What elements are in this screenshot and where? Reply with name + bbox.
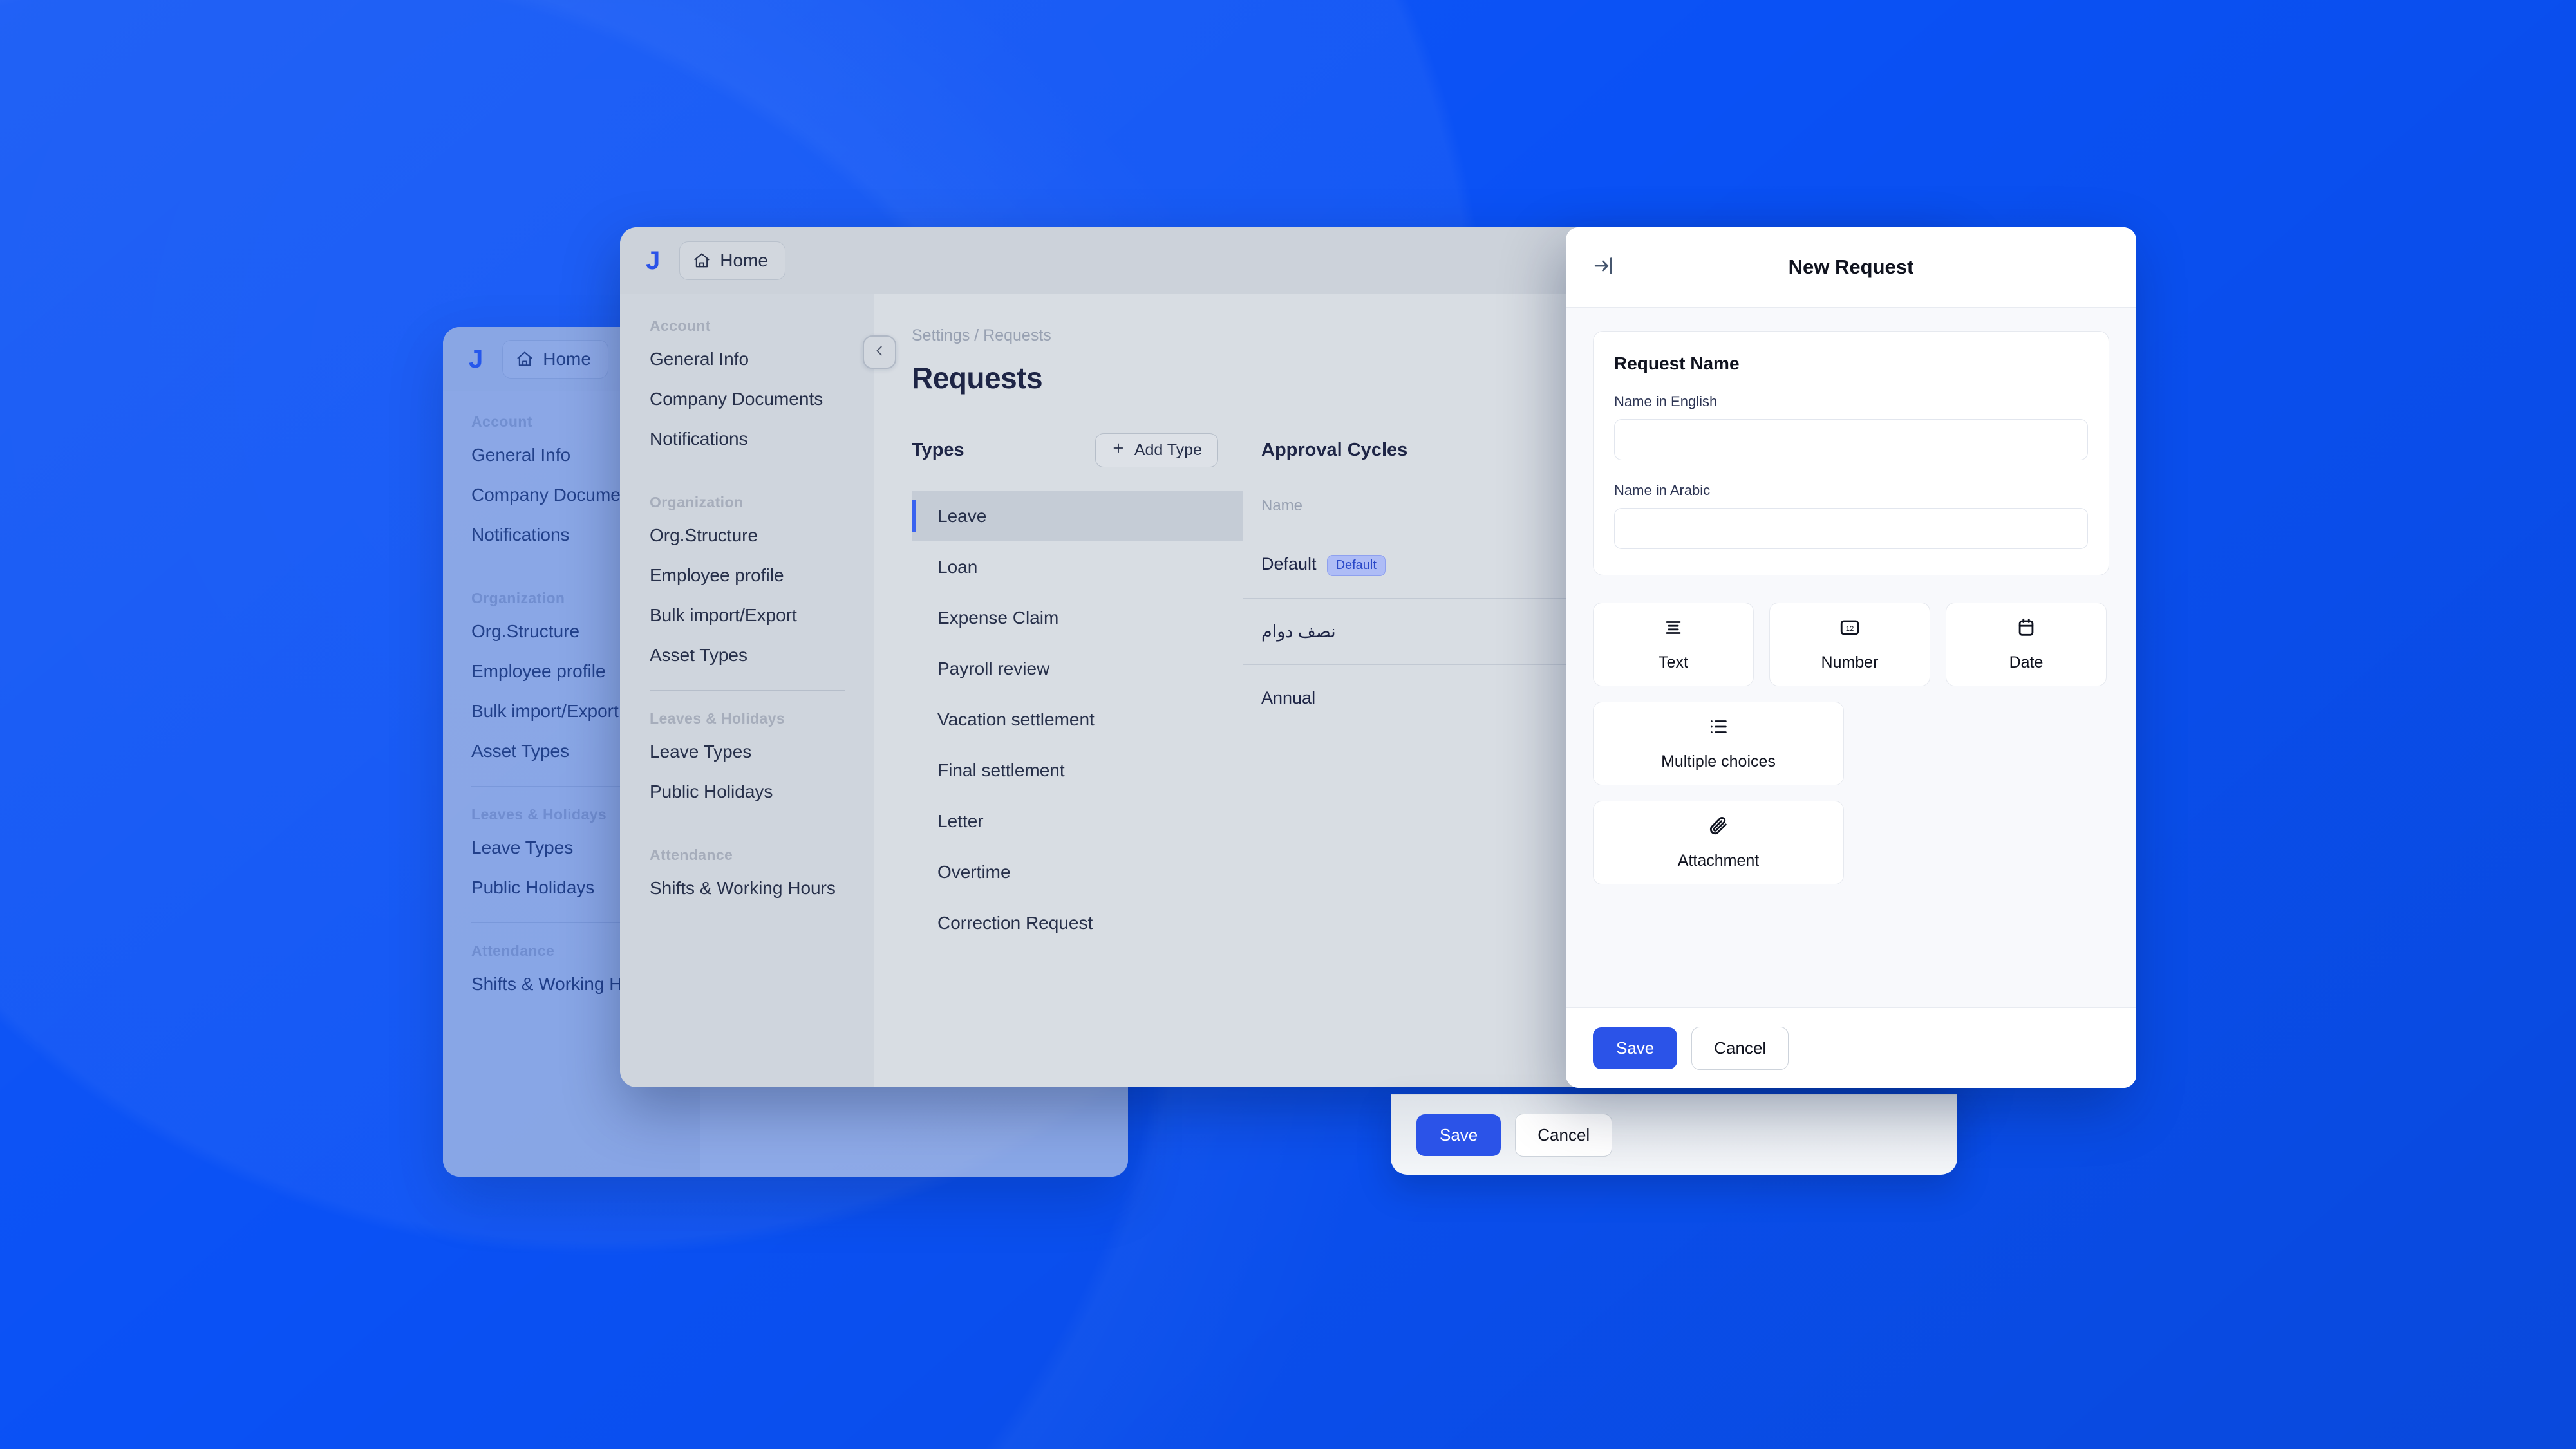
approval-cycles-title: Approval Cycles — [1261, 440, 1408, 460]
request-type-item-vacation-settlement[interactable]: Vacation settlement — [912, 694, 1243, 745]
field-type-label: Number — [1821, 653, 1879, 671]
request-name-card-title: Request Name — [1614, 353, 1740, 373]
request-name-card: Request Name Name in English Name in Ara… — [1593, 331, 2109, 575]
add-type-button[interactable]: Add Type — [1095, 433, 1218, 467]
sidebar-item-employee-profile[interactable]: Employee profile — [650, 566, 874, 606]
field-type-label: Attachment — [1677, 852, 1760, 870]
home-icon — [516, 350, 534, 368]
sidebar-group-label: Leaves & Holidays — [650, 710, 785, 727]
sidebar-group-label: Attendance — [650, 846, 733, 863]
new-request-drawer: New Request Request Name Name in English… — [1566, 227, 2136, 1088]
sidebar-divider — [650, 690, 845, 691]
paperclip-icon — [1707, 815, 1729, 841]
save-button[interactable]: Save — [1416, 1114, 1501, 1156]
request-type-item-overtime[interactable]: Overtime — [912, 846, 1243, 897]
cancel-button[interactable]: Cancel — [1515, 1113, 1613, 1157]
sidebar-item-notifications[interactable]: Notifications — [650, 430, 874, 470]
name-arabic-label: Name in Arabic — [1614, 482, 1711, 498]
home-label: Home — [543, 349, 591, 369]
app-logo: J — [646, 246, 661, 275]
sidebar-item-bulk-import-export[interactable]: Bulk import/Export — [650, 606, 874, 646]
field-type-label: Date — [2009, 653, 2044, 671]
request-type-item-expense-claim[interactable]: Expense Claim — [912, 592, 1243, 643]
drawer-save-button[interactable]: Save — [1593, 1027, 1678, 1069]
drawer-title: New Request — [1788, 256, 1914, 278]
name-english-input[interactable] — [1614, 419, 2088, 460]
name-english-label: Name in English — [1614, 393, 1718, 409]
types-pane-title: Types — [912, 440, 964, 460]
request-type-item-loan[interactable]: Loan — [912, 541, 1243, 592]
sidebar-item-asset-types[interactable]: Asset Types — [650, 646, 874, 686]
field-type-card-attachment[interactable]: Attachment — [1593, 801, 1844, 884]
request-type-item-correction-request[interactable]: Correction Request — [912, 897, 1243, 948]
drawer-body: Request Name Name in English Name in Ara… — [1566, 308, 2136, 1007]
request-types-list: Leave Loan Expense Claim Payroll review Vaca… — [912, 480, 1243, 948]
field-spacer — [1614, 460, 2088, 482]
default-badge: Default — [1326, 554, 1386, 576]
field-type-card-multiple-choices[interactable]: Multiple choices — [1593, 702, 1844, 785]
home-breadcrumb-chip[interactable]: Home — [679, 241, 785, 280]
field-type-card-text[interactable]: Text — [1593, 603, 1754, 686]
sidebar-group-label: Account — [650, 317, 711, 334]
calendar-icon — [2015, 617, 2037, 643]
desktop-background: J Home Account General Info Company Docume… — [0, 0, 2576, 1449]
svg-text:12: 12 — [1846, 625, 1854, 633]
sidebar-item-shifts-working-hours[interactable]: Shifts & Working Hours — [650, 879, 874, 919]
drawer-footer: Save Cancel — [1566, 1007, 2136, 1088]
cycle-name-cell: Annual — [1243, 664, 1621, 731]
field-type-label: Multiple choices — [1661, 753, 1776, 771]
sidebar-item-org-structure[interactable]: Org.Structure — [650, 527, 874, 566]
column-header: Name — [1243, 480, 1621, 532]
chevron-left-icon — [872, 344, 887, 361]
cycle-name-cell: Default Default — [1243, 532, 1621, 599]
field-type-card-date[interactable]: Date — [1946, 603, 2107, 686]
field-type-label: Text — [1659, 653, 1688, 671]
request-type-item-payroll-review[interactable]: Payroll review — [912, 643, 1243, 694]
number-box-icon: 12 — [1839, 617, 1861, 643]
add-type-label: Add Type — [1134, 441, 1202, 459]
name-arabic-input[interactable] — [1614, 508, 2088, 549]
home-breadcrumb-chip[interactable]: Home — [502, 340, 608, 379]
app-logo: J — [469, 345, 484, 373]
types-pane: Types Add Type Leave Loan Expense Claim … — [912, 421, 1243, 948]
collapse-sidebar-button[interactable] — [863, 335, 896, 369]
sidebar-item-public-holidays[interactable]: Public Holidays — [650, 783, 874, 823]
request-type-item-letter[interactable]: Letter — [912, 796, 1243, 846]
drawer-header: New Request — [1566, 227, 2136, 308]
field-type-card-number[interactable]: 12 Number — [1769, 603, 1930, 686]
text-lines-icon — [1662, 617, 1684, 643]
settings-sidebar: Account General Info Company Documents Noti… — [620, 294, 874, 1087]
plus-icon — [1111, 441, 1125, 460]
sidebar-item-leave-types[interactable]: Leave Types — [650, 743, 874, 783]
sidebar-item-company-documents[interactable]: Company Documents — [650, 390, 874, 430]
arrow-right-to-line-icon[interactable] — [1593, 255, 1615, 280]
bullet-list-icon — [1707, 716, 1729, 742]
field-type-grid: Text 12 Number Date Multiple choices Attachme… — [1593, 603, 2109, 884]
home-label: Home — [720, 250, 768, 270]
main-window-footer-bar: Save Cancel — [1391, 1094, 1957, 1175]
home-icon — [693, 252, 711, 270]
sidebar-group-label: Organization — [650, 494, 744, 510]
drawer-cancel-button[interactable]: Cancel — [1691, 1026, 1789, 1070]
request-type-item-final-settlement[interactable]: Final settlement — [912, 745, 1243, 796]
types-pane-header: Types Add Type — [912, 421, 1243, 480]
cycle-name-cell: نصف دوام — [1243, 598, 1621, 665]
request-type-item-leave[interactable]: Leave — [912, 491, 1243, 541]
sidebar-item-general-info[interactable]: General Info — [650, 350, 874, 390]
